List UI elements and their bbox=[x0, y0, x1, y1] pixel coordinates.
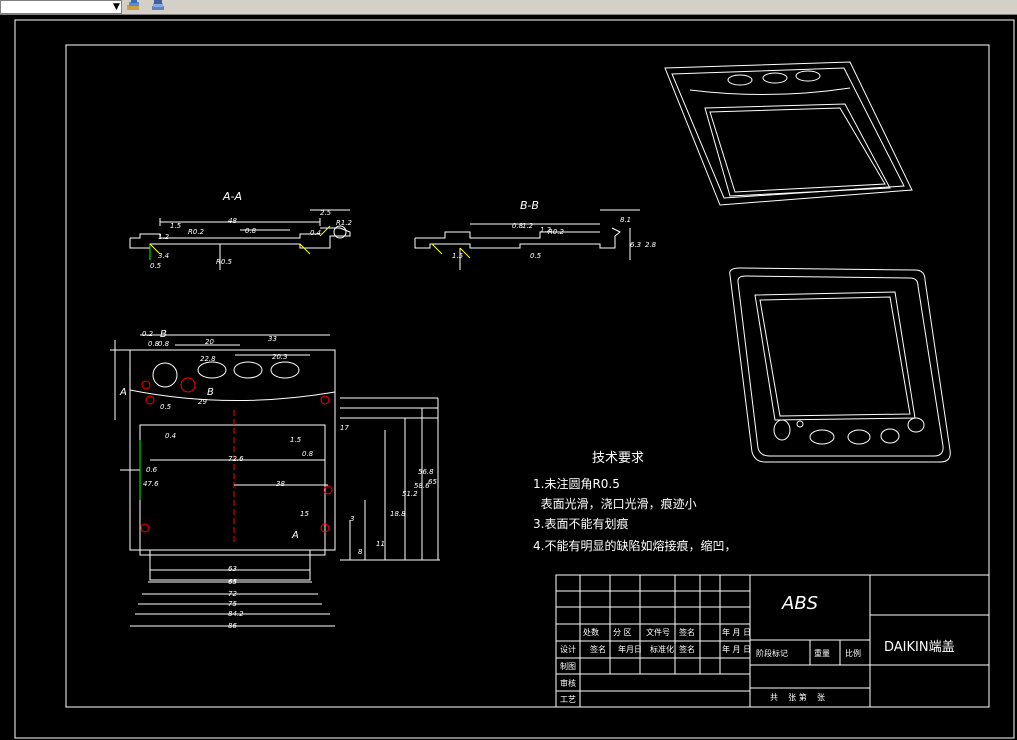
dimension-label: 47.6 bbox=[143, 480, 159, 488]
dimension-label: 15 bbox=[300, 510, 309, 518]
dimension-label: 29 bbox=[198, 398, 207, 406]
tb-row-label: 制图 bbox=[560, 662, 576, 671]
dimension-label: 33 bbox=[268, 335, 277, 343]
layer-tool-icon[interactable] bbox=[126, 0, 140, 12]
dimension-label: 1.5 bbox=[170, 222, 182, 230]
section-a-label: A-A bbox=[223, 190, 243, 203]
tb-design-cell: 年月日 bbox=[618, 645, 642, 654]
dimension-label: 1.2 bbox=[522, 222, 534, 230]
dimension-label: 1.5 bbox=[290, 436, 302, 444]
tb-design-cell: 标准化 bbox=[650, 645, 674, 654]
dimension-label: 11 bbox=[376, 540, 385, 548]
dimension-label: 8 bbox=[358, 548, 363, 556]
dimension-label: 56.8 bbox=[418, 468, 434, 476]
tb-sheet-text: 共 张 第 张 bbox=[770, 693, 825, 702]
dimension-label: 65 bbox=[428, 478, 437, 486]
tb-row-label: 设计 bbox=[560, 645, 576, 654]
dimension-label: 18.8 bbox=[390, 510, 406, 518]
dimension-label: 17 bbox=[340, 424, 349, 432]
dimension-label: 0.4 bbox=[165, 432, 177, 440]
dimension-label: 2.5 bbox=[320, 209, 332, 217]
dimension-label: 20 bbox=[205, 338, 214, 346]
dimension-label: 63 bbox=[228, 565, 237, 573]
tb-header-cell: 年 月 日 bbox=[722, 628, 752, 637]
dimension-label: 0.5 bbox=[160, 403, 172, 411]
dimension-label: 1.2 bbox=[158, 233, 170, 241]
dimension-label: 0.8 bbox=[245, 227, 257, 235]
dimension-label: R0.2 bbox=[188, 228, 204, 236]
tb-row-label: 审核 bbox=[560, 679, 576, 688]
tb-design-cell: 年 月 日 bbox=[722, 645, 752, 654]
dimension-label: 2.8 bbox=[645, 241, 657, 249]
cut-marker-b-side: B bbox=[207, 387, 214, 398]
isometric-view bbox=[664, 61, 913, 206]
dimension-label: 38 bbox=[276, 480, 285, 488]
dimension-label: 8.1 bbox=[620, 216, 632, 224]
dimension-label: 48 bbox=[228, 217, 237, 225]
tb-design-cell: 签名 bbox=[590, 645, 606, 654]
tb-row-label: 工艺 bbox=[560, 695, 576, 704]
dimension-label: R0.2 bbox=[548, 228, 564, 236]
drawing-canvas[interactable]: A-A B-B B B A A 48 0.8 2.5 R0.2 R1.2 R0.5 1.2 1… bbox=[0, 15, 1017, 740]
tech-requirement-line: 3.表面不能有划痕 bbox=[533, 517, 629, 531]
cut-marker-b-top: B bbox=[160, 329, 167, 340]
dimension-label: 1.5 bbox=[452, 252, 464, 260]
chevron-down-icon[interactable]: ▼ bbox=[113, 3, 120, 12]
dimension-label: 22.8 bbox=[200, 355, 216, 363]
dimension-label: 84.2 bbox=[228, 610, 244, 618]
dimension-label: 0.8 bbox=[158, 340, 170, 348]
tech-requirement-line: 表面光滑，浇口光滑，痕迹小 bbox=[533, 497, 697, 511]
material-label: ABS bbox=[782, 593, 819, 614]
dimension-label: R0.5 bbox=[216, 258, 232, 266]
dimension-label: 0.6 bbox=[146, 466, 158, 474]
tb-header-cell: 处数 bbox=[583, 628, 599, 637]
dimension-label: 0.4 bbox=[310, 229, 322, 237]
dimension-label: 3 bbox=[350, 515, 355, 523]
tb-header-cell: 签名 bbox=[679, 628, 695, 637]
dimension-label: R1.2 bbox=[336, 219, 352, 227]
dimension-label: 0.5 bbox=[150, 262, 162, 270]
layer-combo[interactable]: ▼ bbox=[0, 0, 122, 14]
tech-requirement-line: 1.未注圆角R0.5 bbox=[533, 477, 620, 491]
dimension-label: 72.6 bbox=[228, 455, 244, 463]
tb-stage-label: 重量 bbox=[814, 649, 830, 658]
tb-header-cell: 分 区 bbox=[613, 628, 632, 637]
cut-marker-a-right: A bbox=[292, 530, 299, 541]
tb-stage-label: 阶段标记 bbox=[756, 649, 788, 658]
part-name: DAIKIN端盖 bbox=[884, 640, 955, 655]
dimension-label: 75 bbox=[228, 600, 237, 608]
outer-frame bbox=[14, 19, 1015, 739]
section-b-label: B-B bbox=[520, 199, 539, 212]
dimension-label: 65 bbox=[228, 578, 237, 586]
cut-marker-a-left: A bbox=[120, 387, 127, 398]
dimension-label: 0.5 bbox=[530, 252, 542, 260]
dimension-label: 86 bbox=[228, 622, 237, 630]
dimension-label: 51.2 bbox=[402, 490, 418, 498]
drawing-svg bbox=[14, 19, 1015, 739]
tb-design-cell: 签名 bbox=[679, 645, 695, 654]
tb-header-cell: 文件号 bbox=[646, 628, 670, 637]
tb-stage-label: 比例 bbox=[845, 649, 861, 658]
dimension-label: 0.8 bbox=[302, 450, 314, 458]
toolbar: ▼ bbox=[0, 0, 1017, 15]
plan-view bbox=[110, 334, 440, 627]
dimension-label: 72 bbox=[228, 590, 237, 598]
tech-requirement-line: 4.不能有明显的缺陷如熔接痕，缩凹， bbox=[533, 539, 737, 553]
dimension-label: 0.2 bbox=[142, 330, 154, 338]
dimension-label: 6.3 bbox=[630, 241, 642, 249]
layer-stack-icon[interactable] bbox=[150, 0, 164, 12]
tech-requirements-title: 技术要求 bbox=[592, 451, 645, 466]
inner-frame bbox=[65, 44, 990, 708]
dimension-label: 3.4 bbox=[158, 252, 170, 260]
section-b-view bbox=[414, 209, 640, 270]
dimension-label: 20.3 bbox=[272, 353, 288, 361]
front-3d-view bbox=[729, 267, 951, 463]
